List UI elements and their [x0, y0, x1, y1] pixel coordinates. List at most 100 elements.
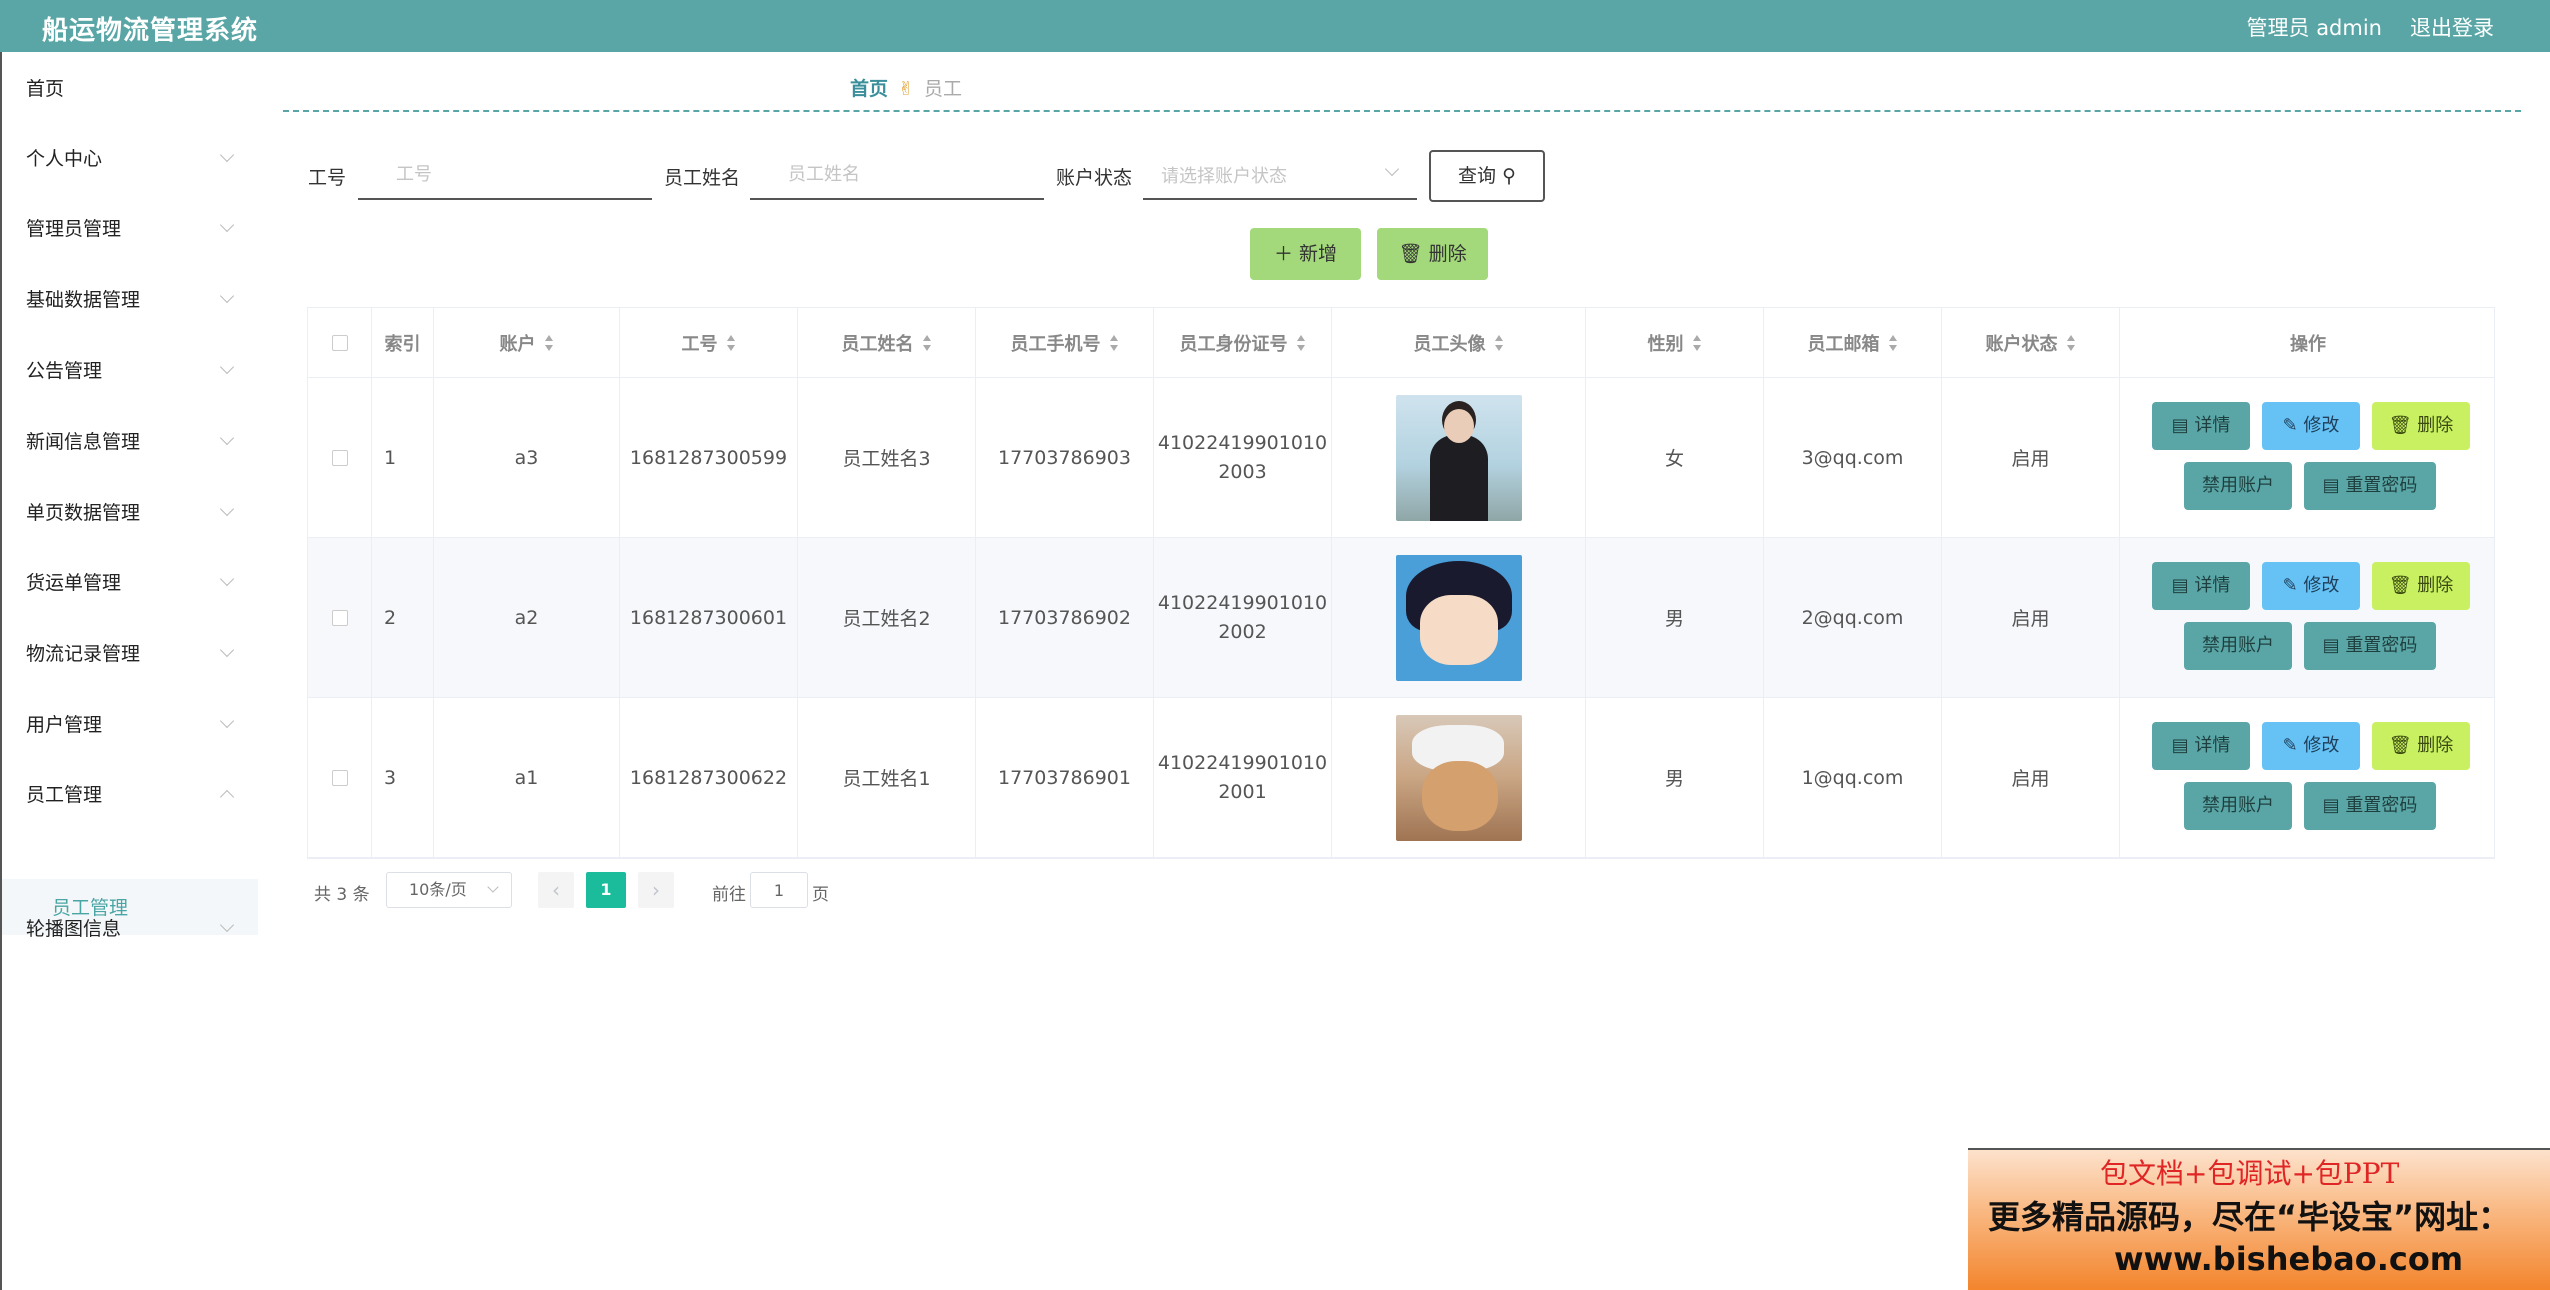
sort-icon [922, 334, 932, 351]
document-icon: ▤ [2322, 795, 2340, 816]
staff-table: 索引 账户 工号 员工姓名 员工手机号 员工身份证号 员工头像 性别 员工邮箱 … [307, 307, 2495, 859]
sidebar-item-label: 个人中心 [26, 148, 103, 170]
sidebar-item-admin[interactable]: 管理员管理 [26, 214, 235, 241]
sidebar-item-label: 货运单管理 [26, 572, 122, 594]
sidebar-item-users[interactable]: 用户管理 [26, 710, 235, 737]
goto-page-input[interactable] [750, 872, 808, 908]
cell-status: 启用 [1942, 538, 2120, 697]
row-checkbox[interactable] [331, 449, 348, 466]
prev-page-button[interactable]: ‹ [538, 872, 574, 908]
search-icon: ⚲ [1502, 165, 1516, 187]
sidebar-item-label: 新闻信息管理 [26, 431, 141, 453]
chevron-down-icon [219, 430, 235, 446]
sidebar-item-basic-data[interactable]: 基础数据管理 [26, 285, 235, 312]
id-card-line1: 41022419901010 [1157, 751, 1328, 774]
detail-button[interactable]: ▤ 详情 [2152, 562, 2250, 610]
header-name[interactable]: 员工姓名 [798, 308, 976, 377]
sidebar-item-waybill[interactable]: 货运单管理 [26, 568, 235, 595]
header-index-label: 索引 [384, 333, 421, 355]
job-no-input[interactable] [358, 150, 652, 200]
header-account[interactable]: 账户 [434, 308, 620, 377]
delete-button[interactable]: 🗑 删除 [2372, 562, 2470, 610]
pencil-icon: ✎ [2282, 415, 2298, 436]
top-header: 船运物流管理系统 管理员 admin 退出登录 [0, 0, 2550, 52]
header-avatar[interactable]: 员工头像 [1332, 308, 1586, 377]
edit-button[interactable]: ✎ 修改 [2262, 722, 2360, 770]
header-job-no-label: 工号 [681, 333, 718, 355]
sort-icon [544, 334, 554, 351]
document-icon: ▤ [2322, 475, 2340, 496]
sidebar-item-carousel[interactable]: 轮播图信息 [26, 914, 235, 941]
sidebar-item-staff[interactable]: 员工管理 [26, 780, 235, 807]
edit-button[interactable]: ✎ 修改 [2262, 402, 2360, 450]
delete-button[interactable]: 🗑 删除 [2372, 402, 2470, 450]
disable-account-button[interactable]: 禁用账户 [2184, 462, 2292, 510]
sidebar-item-news[interactable]: 新闻信息管理 [26, 427, 235, 454]
edit-button[interactable]: ✎ 修改 [2262, 562, 2360, 610]
page-size-value: 10条/页 [409, 880, 467, 899]
cell-index: 1 [372, 378, 434, 537]
header-job-no[interactable]: 工号 [620, 308, 798, 377]
header-phone[interactable]: 员工手机号 [976, 308, 1154, 377]
reset-password-button[interactable]: ▤ 重置密码 [2304, 622, 2436, 670]
delete-button[interactable]: 🗑 删除 [2372, 722, 2470, 770]
edit-label: 修改 [2303, 735, 2340, 756]
staff-avatar-image[interactable] [1395, 554, 1522, 681]
detail-label: 详情 [2194, 735, 2231, 756]
cell-phone: 17703786902 [976, 538, 1154, 697]
job-no-label: 工号 [308, 167, 347, 189]
detail-button[interactable]: ▤ 详情 [2152, 402, 2250, 450]
trash-icon: 🗑 [1398, 243, 1423, 265]
sidebar-item-label: 首页 [26, 78, 65, 100]
table-header-row: 索引 账户 工号 员工姓名 员工手机号 员工身份证号 员工头像 性别 员工邮箱 … [308, 308, 2494, 378]
reset-password-button[interactable]: ▤ 重置密码 [2304, 462, 2436, 510]
header-ops-label: 操作 [2290, 333, 2326, 355]
staff-avatar-image[interactable] [1395, 394, 1522, 521]
account-status-select[interactable]: 请选择账户状态 [1143, 150, 1417, 200]
goto-label: 前往 [712, 885, 746, 905]
disable-account-button[interactable]: 禁用账户 [2184, 622, 2292, 670]
sidebar-item-home[interactable]: 首页 [26, 74, 232, 101]
sidebar-item-label: 员工管理 [26, 784, 103, 806]
sidebar-item-logistics[interactable]: 物流记录管理 [26, 639, 235, 666]
header-status[interactable]: 账户状态 [1942, 308, 2120, 377]
cell-gender: 女 [1586, 378, 1764, 537]
batch-delete-label: 删除 [1428, 243, 1467, 265]
sidebar-item-notice[interactable]: 公告管理 [26, 356, 235, 383]
next-page-button[interactable]: › [638, 872, 674, 908]
current-page-button[interactable]: 1 [586, 872, 626, 908]
staff-name-input[interactable] [750, 150, 1044, 200]
disable-account-button[interactable]: 禁用账户 [2184, 782, 2292, 830]
cell-id-card: 41022419901010 2002 [1154, 538, 1332, 697]
header-email[interactable]: 员工邮箱 [1764, 308, 1942, 377]
reset-password-button[interactable]: ▤ 重置密码 [2304, 782, 2436, 830]
sidebar-item-profile[interactable]: 个人中心 [26, 144, 235, 171]
header-id-card-label: 员工身份证号 [1179, 333, 1288, 355]
detail-label: 详情 [2194, 575, 2231, 596]
cell-job-no: 1681287300622 [620, 698, 798, 857]
sidebar-item-single-page[interactable]: 单页数据管理 [26, 498, 235, 525]
query-button[interactable]: 查询 ⚲ [1429, 150, 1545, 202]
header-id-card[interactable]: 员工身份证号 [1154, 308, 1332, 377]
row-checkbox[interactable] [331, 769, 348, 786]
cell-account: a3 [434, 378, 620, 537]
logout-link[interactable]: 退出登录 [2410, 12, 2494, 42]
delete-label: 删除 [2417, 575, 2454, 596]
page-size-select[interactable]: 10条/页 [386, 872, 512, 908]
account-status-label: 账户状态 [1056, 167, 1133, 189]
detail-button[interactable]: ▤ 详情 [2152, 722, 2250, 770]
sort-icon [2066, 334, 2076, 351]
header-gender[interactable]: 性别 [1586, 308, 1764, 377]
add-button[interactable]: ＋ 新增 [1250, 228, 1361, 280]
select-all-checkbox[interactable] [331, 334, 348, 351]
trash-icon: 🗑 [2388, 575, 2412, 596]
plus-icon: ＋ [1273, 243, 1293, 265]
trash-icon: 🗑 [2388, 735, 2412, 756]
current-user-label: 管理员 admin [2246, 16, 2382, 40]
breadcrumb-home[interactable]: 首页 [850, 78, 888, 100]
row-checkbox[interactable] [331, 609, 348, 626]
breadcrumb-current: 员工 [923, 78, 962, 100]
batch-delete-button[interactable]: 🗑 删除 [1377, 228, 1488, 280]
row-select-cell [308, 378, 372, 537]
staff-avatar-image[interactable] [1395, 714, 1522, 841]
